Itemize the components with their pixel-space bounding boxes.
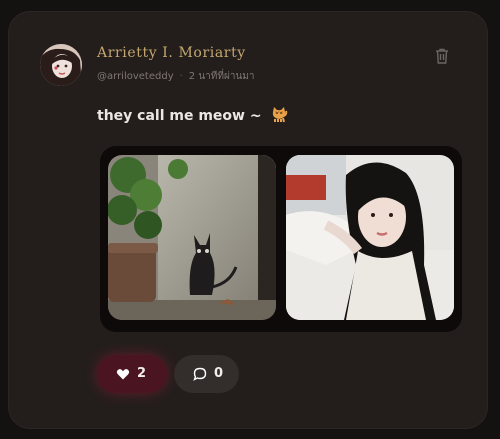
post-card: Arrietty I. Moriarty @arriloveteddy · 2 นา… <box>8 11 488 429</box>
photo-gallery <box>100 146 462 332</box>
post-caption: they call me meow ~ <box>97 105 288 124</box>
cat-icon <box>270 105 288 123</box>
like-button[interactable]: 2 <box>97 355 167 393</box>
meta-separator: · <box>179 71 183 82</box>
timestamp: 2 นาทีที่ผ่านมา <box>188 71 255 82</box>
post-meta: @arriloveteddy · 2 นาทีที่ผ่านมา <box>97 69 255 84</box>
avatar[interactable] <box>40 44 82 86</box>
photo-cat-graffiti[interactable] <box>108 155 276 320</box>
heart-icon <box>116 369 130 380</box>
username[interactable]: @arriloveteddy <box>97 71 174 82</box>
author-name[interactable]: Arrietty I. Moriarty <box>97 45 246 61</box>
trash-icon[interactable] <box>434 47 450 65</box>
photo-girl-portrait[interactable] <box>286 155 454 320</box>
like-count: 2 <box>137 366 147 381</box>
comment-count: 0 <box>214 366 224 381</box>
caption-text: they call me meow ~ <box>97 108 262 124</box>
comment-icon <box>193 367 207 381</box>
comment-button[interactable]: 0 <box>174 355 239 393</box>
